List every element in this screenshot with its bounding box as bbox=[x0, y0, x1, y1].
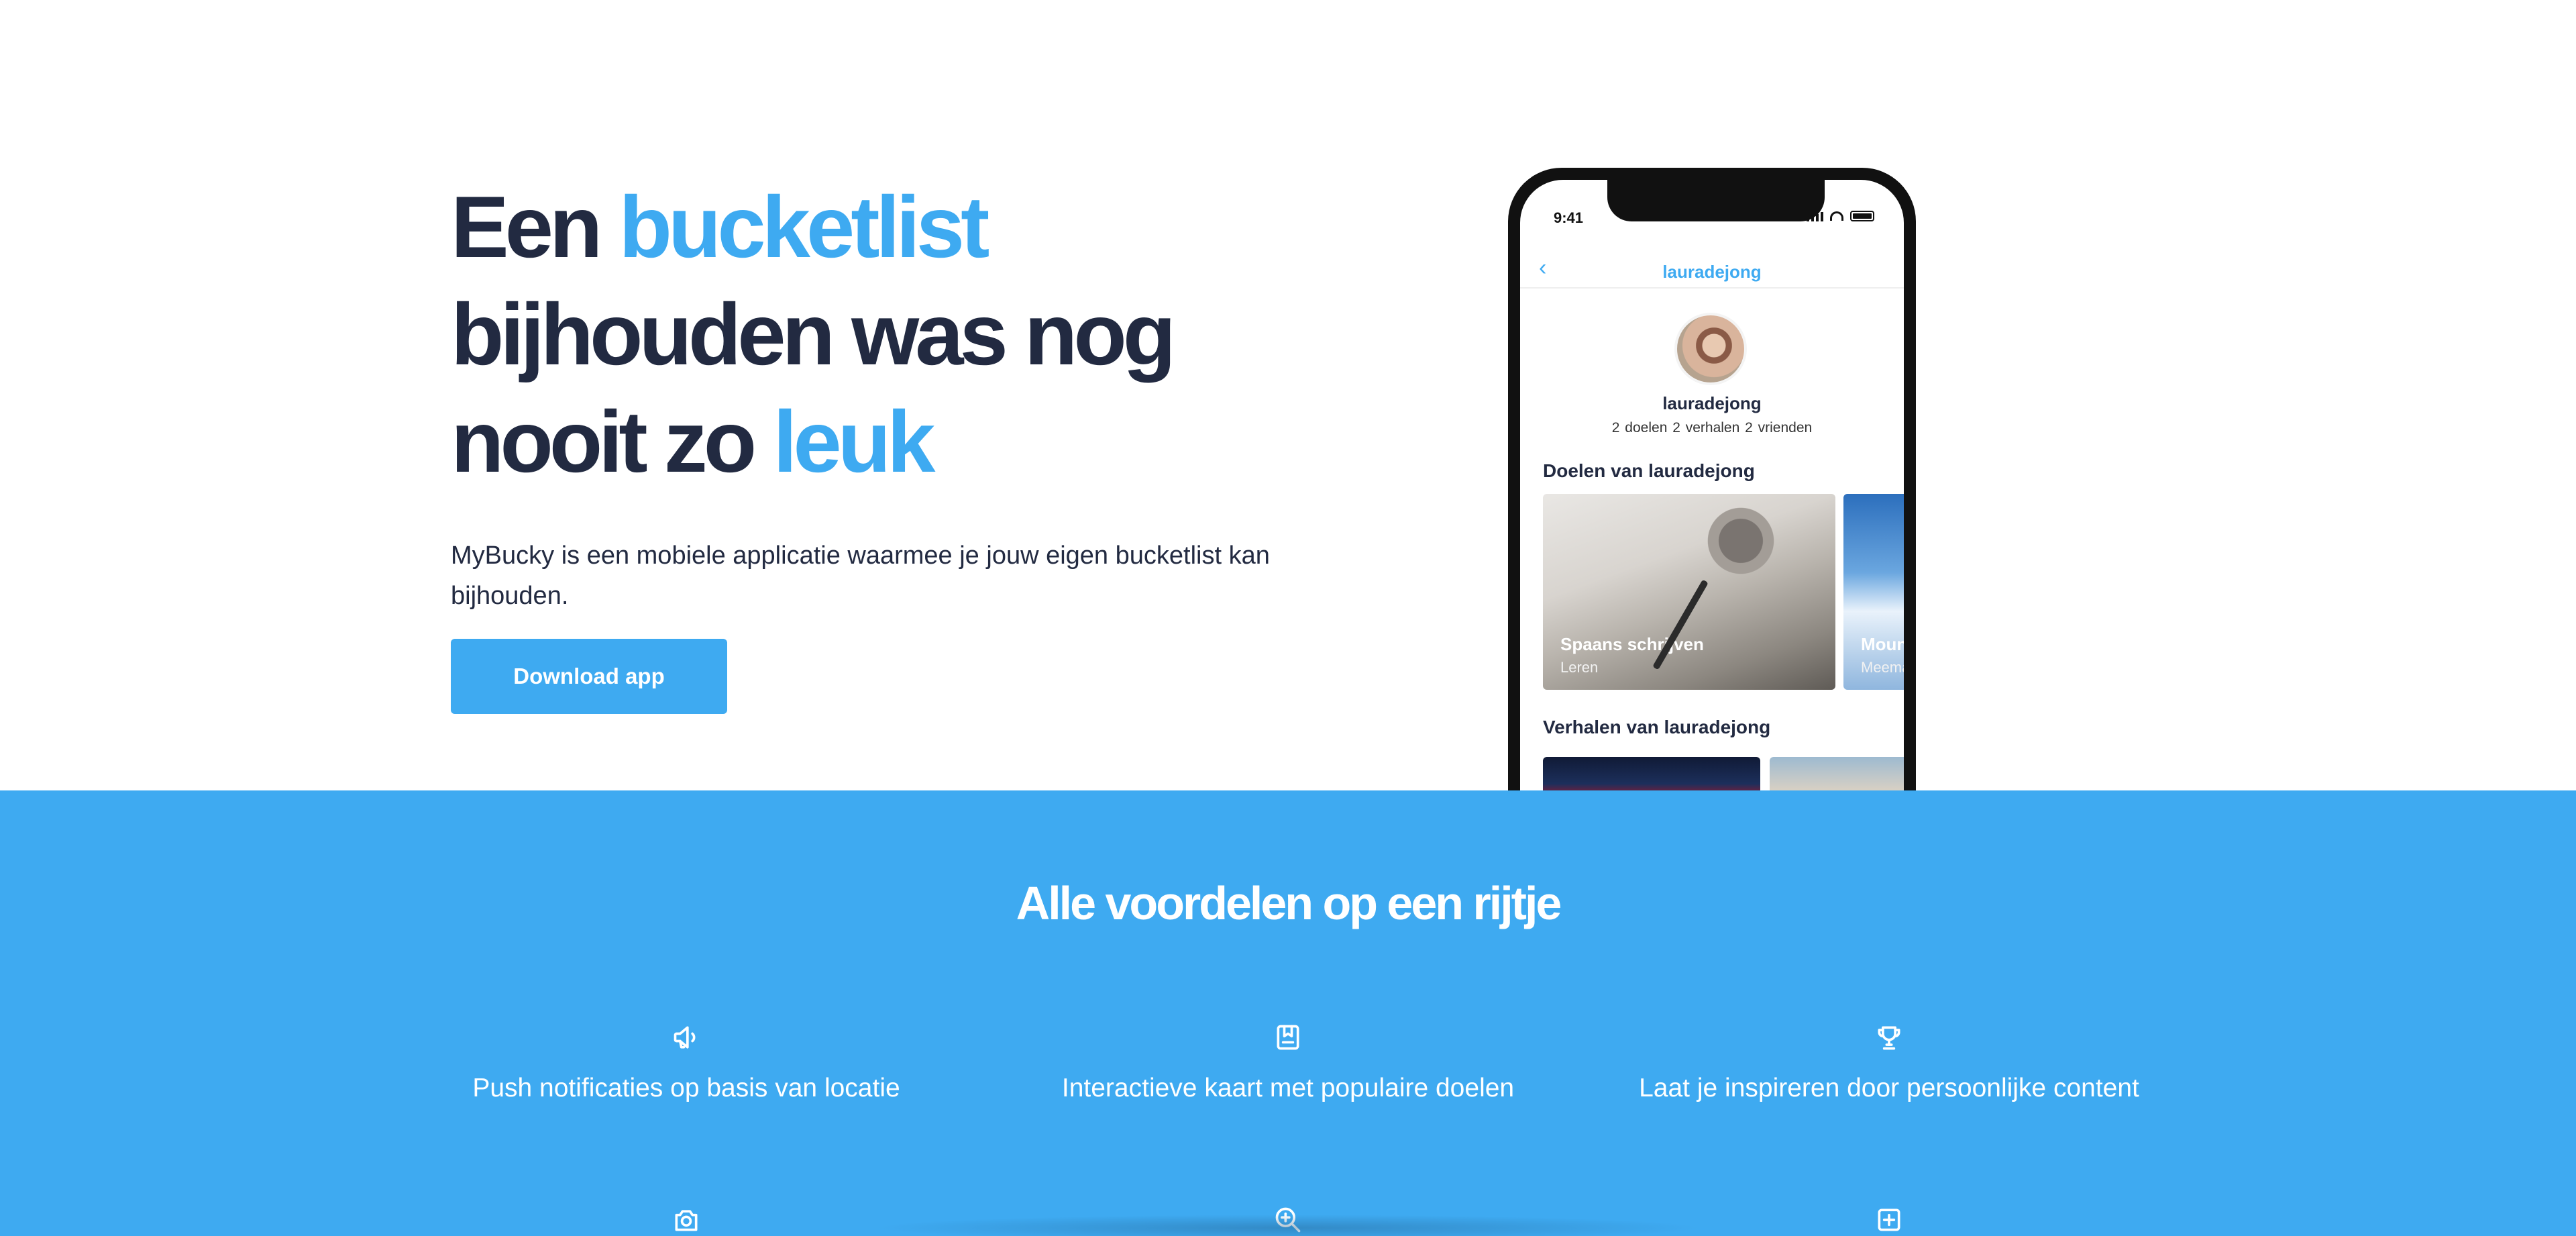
profile-stats: 2 doelen 2 verhalen 2 vrienden bbox=[1611, 420, 1813, 435]
megaphone-icon bbox=[674, 1026, 696, 1049]
phone-mockup: 9:41 ‹ lauradejong lauradejong 2 doelen … bbox=[1508, 168, 1916, 790]
features-section: Alle voordelen op een rijtje Push notifi… bbox=[0, 790, 2576, 1236]
feature-item: Push notificaties op basis van locatie bbox=[384, 1023, 988, 1104]
trophy-icon bbox=[1878, 1026, 1900, 1050]
headline-accent-leuk: leuk bbox=[773, 393, 935, 491]
wifi-icon bbox=[1830, 211, 1843, 221]
features-title: Alle voordelen op een rijtje bbox=[1016, 877, 1562, 929]
goal-title: Moun bbox=[1861, 634, 1904, 654]
profile-name: lauradejong bbox=[1662, 393, 1762, 413]
goal-category: Leren bbox=[1560, 659, 1599, 676]
hero-description: MyBucky is een mobiele applicatie waarme… bbox=[451, 542, 1270, 610]
feature-label: Laat je inspireren door persoonlijke con… bbox=[1639, 1074, 2139, 1102]
status-icons bbox=[1807, 211, 1874, 221]
status-time: 9:41 bbox=[1554, 209, 1584, 226]
goal-category: Meema bbox=[1861, 659, 1904, 676]
book-icon bbox=[1277, 1025, 1299, 1050]
plus-square-icon bbox=[1878, 1208, 1900, 1231]
card-shadow-edge bbox=[872, 1215, 1704, 1236]
signal-icon bbox=[1807, 211, 1823, 221]
hero-headline: Een bucketlist bijhouden was nog nooit z… bbox=[451, 173, 1296, 495]
app-nav-bar: ‹ lauradejong bbox=[1520, 247, 1904, 289]
download-app-button[interactable]: Download app bbox=[451, 639, 727, 714]
goal-title: Spaans schrijven bbox=[1560, 634, 1704, 654]
stories-heading: Verhalen van lauradejong bbox=[1543, 717, 1771, 737]
story-card[interactable] bbox=[1543, 757, 1760, 790]
hero-text-block: Een bucketlist bijhouden was nog nooit z… bbox=[451, 173, 1296, 714]
headline-accent-bucketlist: bucketlist bbox=[619, 178, 990, 276]
app-nav-title: lauradejong bbox=[1662, 262, 1762, 282]
phone-screen: 9:41 ‹ lauradejong lauradejong 2 doelen … bbox=[1520, 180, 1904, 790]
goals-heading: Doelen van lauradejong bbox=[1543, 460, 1755, 481]
goal-card[interactable]: Spaans schrijven Leren bbox=[1543, 494, 1835, 690]
battery-icon bbox=[1850, 211, 1874, 221]
camera-icon bbox=[675, 1210, 698, 1231]
headline-text-1: Een bbox=[451, 178, 619, 276]
feature-item: Interactieve kaart met populaire doelen bbox=[986, 1023, 1590, 1104]
avatar[interactable] bbox=[1674, 313, 1747, 385]
story-card[interactable] bbox=[1770, 757, 1904, 790]
feature-label: Push notificaties op basis van locatie bbox=[472, 1074, 900, 1102]
feature-item: Laat je inspireren door persoonlijke con… bbox=[1587, 1023, 2191, 1104]
hero-section: Een bucketlist bijhouden was nog nooit z… bbox=[0, 0, 2576, 790]
feature-label: Interactieve kaart met populaire doelen bbox=[1061, 1074, 1515, 1102]
phone-notch bbox=[1607, 180, 1825, 221]
goal-card[interactable]: Moun Meema bbox=[1843, 494, 1904, 690]
